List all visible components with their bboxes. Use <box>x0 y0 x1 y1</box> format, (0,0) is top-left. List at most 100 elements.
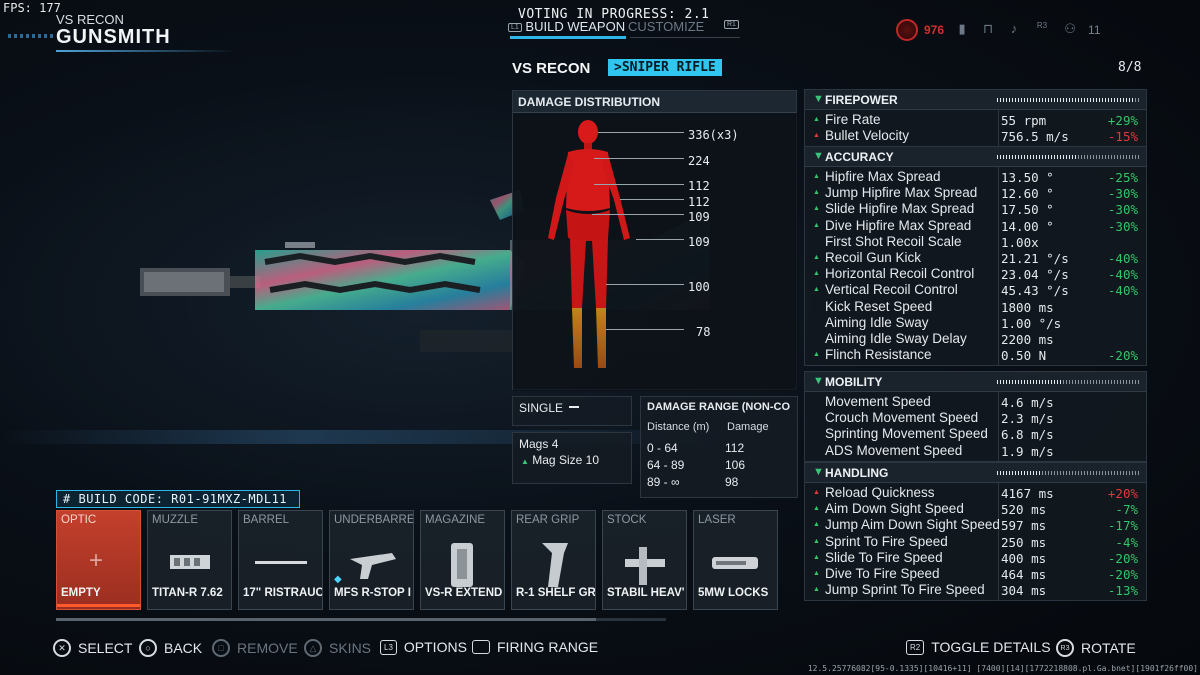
scrollbar-thumb[interactable] <box>56 618 596 621</box>
hint-label: BACK <box>164 640 203 656</box>
chevron-down-icon: ▼ <box>813 93 824 105</box>
stat-label: First Shot Recoil Scale <box>825 233 962 249</box>
stat-value: 21.21 °/s <box>1001 250 1069 266</box>
section-title: FIREPOWER <box>825 93 898 107</box>
slot-category: LASER <box>698 514 736 526</box>
hint-rotate[interactable]: R3 ROTATE <box>1056 639 1136 657</box>
slot-underbarre[interactable]: UNDERBARRE ◆ MFS R-STOP I <box>329 510 414 610</box>
hint-label: FIRING RANGE <box>497 639 599 655</box>
stat-label: Flinch Resistance <box>825 347 932 363</box>
cross-button-icon: ✕ <box>53 639 71 657</box>
damage-leader-line <box>594 158 684 159</box>
slots-scrollbar[interactable] <box>56 618 666 621</box>
stat-list: ▲ Fire Rate 55 rpm +29% ▲ Bullet Velocity 756.… <box>805 110 1146 147</box>
firepower-header[interactable]: ▼ FIREPOWER <box>805 90 1146 110</box>
damage-neck: 224 <box>688 154 710 168</box>
stat-label: Jump Aim Down Sight Speed <box>825 517 1000 533</box>
slot-part-name: R-1 SHELF GR <box>516 587 596 599</box>
bell-icon: ♪ <box>1010 21 1018 36</box>
handling-header[interactable]: ▼ HANDLING <box>805 463 1146 483</box>
stat-label: ADS Movement Speed <box>825 442 963 458</box>
damage-upper-arm: 112 <box>688 195 710 209</box>
stat-row: ▲ Fire Rate 55 rpm +29% <box>805 112 1146 128</box>
slot-category: OPTIC <box>61 514 97 526</box>
slot-optic[interactable]: OPTIC + EMPTY <box>56 510 141 610</box>
fire-mode: SINGLE <box>519 401 564 415</box>
damage-head: 336(x3) <box>688 128 739 142</box>
stat-delta: -20% <box>1107 566 1138 582</box>
title-decoration <box>8 34 54 38</box>
page-subtitle: VS RECON <box>56 12 124 27</box>
stat-value: 756.5 m/s <box>1001 129 1069 145</box>
mags-label: Mags <box>519 437 549 451</box>
stat-label: Jump Sprint To Fire Speed <box>825 582 985 598</box>
up-arrow-icon: ▲ <box>813 537 820 545</box>
damage-range-box: DAMAGE RANGE (NON-CO Distance (m) Damage… <box>640 396 798 498</box>
tab-customize[interactable]: CUSTOMIZE <box>628 19 704 34</box>
up-arrow-icon: ▲ <box>813 553 820 561</box>
hint-back[interactable]: ○ BACK <box>139 639 202 657</box>
stat-value: 14.00 ° <box>1001 218 1054 234</box>
up-arrow-icon: ▲ <box>813 286 820 294</box>
tab-build-weapon[interactable]: L1 BUILD WEAPON <box>508 19 625 34</box>
damage-header: Damage <box>727 421 769 433</box>
build-code[interactable]: # BUILD CODE: R01-91MXZ-MDL11 <box>56 490 300 508</box>
firepower-panel: ▼ FIREPOWER ▲ Fire Rate 55 rpm +29% ▲ Bullet Ve… <box>804 89 1147 148</box>
hint-remove[interactable]: □ REMOVE <box>212 639 298 657</box>
fire-mode-indicator <box>569 406 579 408</box>
stat-delta: -4% <box>1115 534 1138 550</box>
slot-magazine[interactable]: MAGAZINE VS-R EXTEND <box>420 510 505 610</box>
damage-stomach: 109 <box>688 210 710 224</box>
build-version-string: 12.5.25776082[95-0.1335][10416+11] [7400… <box>807 664 1198 673</box>
stat-value: 4.6 m/s <box>1001 395 1054 410</box>
active-tab-indicator <box>510 36 626 39</box>
mag-size-line: ▲ Mag Size 10 <box>521 453 599 467</box>
tab-label: BUILD WEAPON <box>525 19 626 34</box>
slot-rear-grip[interactable]: REAR GRIP R-1 SHELF GR <box>511 510 596 610</box>
stat-delta: -40% <box>1107 283 1138 299</box>
title-underline <box>56 50 236 52</box>
panel-title: DAMAGE DISTRIBUTION <box>513 91 796 113</box>
stat-row: ▲ Vertical Recoil Control 45.43 °/s -40% <box>805 282 1146 298</box>
stat-label: Reload Quickness <box>825 485 935 500</box>
lock-icon: ⊓ <box>982 21 994 36</box>
slot-muzzle[interactable]: MUZZLE TITAN-R 7.62 <box>147 510 232 610</box>
hint-skins[interactable]: △ SKINS <box>304 639 371 657</box>
accuracy-header[interactable]: ▼ ACCURACY <box>805 147 1146 167</box>
slot-category: UNDERBARRE <box>334 514 414 526</box>
down-arrow-icon: ▲ <box>813 489 820 496</box>
slot-stock[interactable]: STOCK STABIL HEAV' <box>602 510 687 610</box>
stat-label: Crouch Movement Speed <box>825 410 979 426</box>
chevron-down-icon: ▼ <box>813 375 824 387</box>
stat-value: 0.50 N <box>1001 348 1047 364</box>
hint-label: SELECT <box>78 640 133 656</box>
damage-leader-line <box>598 132 684 133</box>
square-button-icon: □ <box>212 639 230 657</box>
damage-leader-line <box>636 239 684 240</box>
up-arrow-icon: ▲ <box>813 270 820 278</box>
stat-label: Jump Hipfire Max Spread <box>825 185 978 201</box>
damage-leader-line <box>592 214 684 215</box>
stat-label: Movement Speed <box>825 394 931 409</box>
slot-laser[interactable]: LASER 5MW LOCKS <box>693 510 778 610</box>
slot-barrel[interactable]: BARREL 17" RISTRAUC <box>238 510 323 610</box>
stat-label: Vertical Recoil Control <box>825 282 958 298</box>
weapon-class-badge[interactable]: >SNIPER RIFLE <box>608 59 722 76</box>
up-arrow-icon: ▲ <box>521 457 529 466</box>
stat-label: Fire Rate <box>825 112 881 127</box>
section-rating-fill <box>997 471 1040 475</box>
stat-label: Slide Hipfire Max Spread <box>825 201 975 217</box>
hint-toggle-details[interactable]: R2 TOGGLE DETAILS <box>906 639 1051 655</box>
mobility-header[interactable]: ▼ MOBILITY <box>805 372 1146 392</box>
hint-options[interactable]: L3 OPTIONS <box>380 639 467 655</box>
chevron-down-icon: ▼ <box>813 466 824 478</box>
hint-label: SKINS <box>329 640 372 656</box>
hint-firing-range[interactable]: FIRING RANGE <box>472 639 598 655</box>
hint-select[interactable]: ✕ SELECT <box>53 639 132 657</box>
r3-button-icon: R3 <box>1036 21 1048 30</box>
stat-row: ▲ Hipfire Max Spread 13.50 ° -25% <box>805 169 1146 185</box>
barrel-icon <box>255 561 307 564</box>
stat-row: ▲ Recoil Gun Kick 21.21 °/s -40% <box>805 250 1146 266</box>
l3-button-icon: L3 <box>380 639 397 655</box>
damage-lower-arm: 109 <box>688 235 710 249</box>
